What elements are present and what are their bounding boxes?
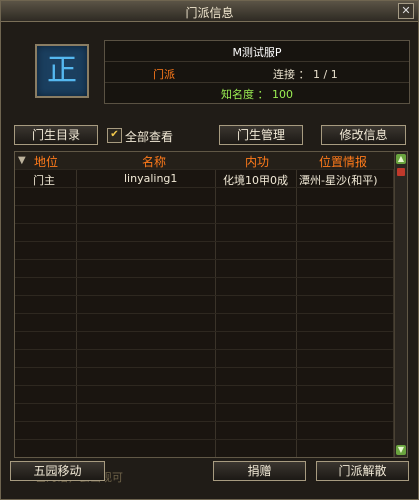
view-all-label: 全部查看: [125, 130, 174, 144]
faction-emblem: 正: [35, 44, 89, 98]
fame-value: 知名度 ： 100: [221, 88, 293, 101]
member-table: ▼ 地位 名称 内功 位置情报 门主 linyaling1 化境10甲0成 潭州…: [14, 151, 408, 458]
table-scrollbar[interactable]: ▲ ▼: [394, 152, 407, 457]
column-header-location[interactable]: 位置情报: [319, 153, 367, 170]
scroll-up-icon[interactable]: ▲: [396, 154, 406, 164]
window-title: 门派信息: [185, 6, 234, 20]
member-directory-button[interactable]: 门生目录: [14, 125, 98, 145]
column-header-rank[interactable]: 地位: [34, 153, 58, 170]
column-header-skill[interactable]: 内功: [245, 153, 269, 170]
faction-row: 门派 连接 ： 1 / 1: [105, 61, 409, 83]
row-name: linyaling1: [124, 172, 178, 185]
disband-faction-button[interactable]: 门派解散: [316, 461, 409, 481]
view-all-checkbox[interactable]: ✔: [107, 128, 122, 143]
row-location: 潭州-星沙(和平): [299, 174, 378, 187]
close-button[interactable]: ✕: [398, 3, 414, 19]
row-skill: 化境10甲0成: [223, 174, 288, 187]
row-rank: 门主: [33, 174, 55, 187]
donate-button[interactable]: 捐赠: [213, 461, 306, 481]
member-manage-button[interactable]: 门生管理: [219, 125, 303, 145]
edit-info-button[interactable]: 修改信息: [321, 125, 406, 145]
column-header-name[interactable]: 名称: [142, 153, 166, 170]
table-header: ▼ 地位 名称 内功 位置情报: [15, 152, 407, 169]
connection-count: 连接 ： 1 / 1: [273, 68, 338, 81]
sort-arrow-icon[interactable]: ▼: [18, 155, 26, 166]
garden-move-button[interactable]: 五园移动: [10, 461, 105, 481]
scroll-thumb[interactable]: [397, 168, 405, 176]
faction-info-window: 门派信息 ✕ 正 M测试服P 门派 连接 ： 1 / 1 知名度 ： 100 门…: [0, 0, 419, 500]
server-name: M测试服P: [232, 46, 282, 59]
faction-name: 门派: [153, 68, 175, 81]
title-bar[interactable]: 门派信息 ✕: [1, 1, 418, 22]
scroll-down-icon[interactable]: ▼: [396, 445, 406, 455]
bottom-bar: 己的话，会出现可 五园移动 捐赠 门派解散: [1, 459, 418, 499]
faction-info-box: M测试服P 门派 连接 ： 1 / 1 知名度 ： 100: [104, 40, 410, 104]
emblem-glyph: 正: [47, 53, 77, 88]
